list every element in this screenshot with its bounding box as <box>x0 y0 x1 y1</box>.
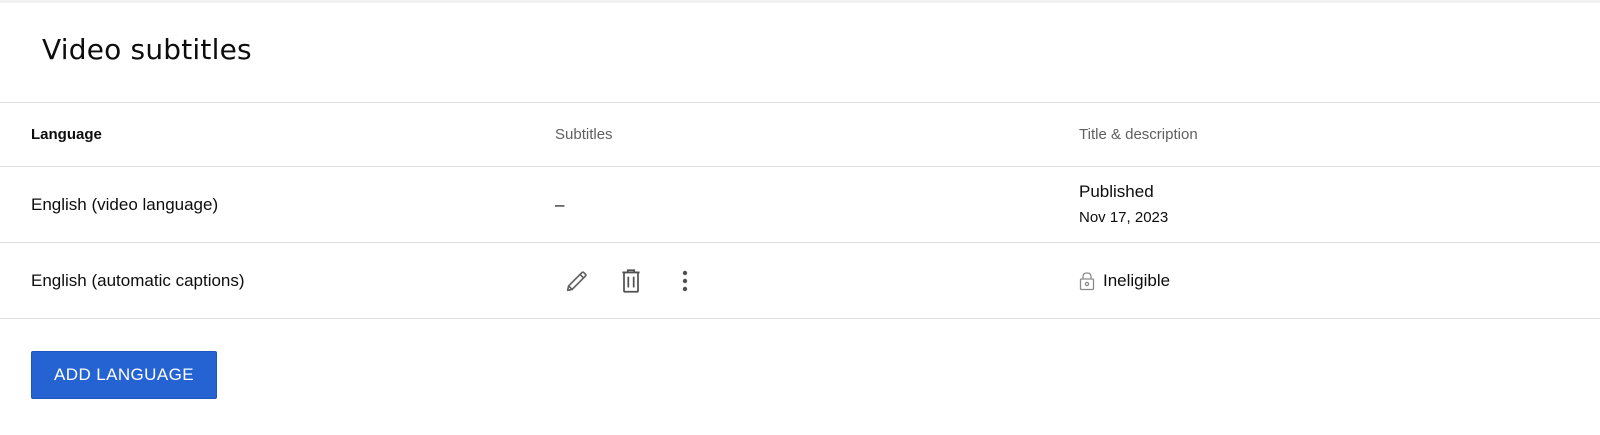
subtitles-cell: – <box>524 195 1048 215</box>
subtitles-actions-cell <box>524 261 1048 301</box>
panel-footer: ADD LANGUAGE <box>0 319 1600 399</box>
edit-button[interactable] <box>557 261 597 301</box>
subtitles-empty-value: – <box>555 194 565 214</box>
delete-icon <box>622 268 640 293</box>
title-description-cell: Published Nov 17, 2023 <box>1048 181 1600 229</box>
status-date: Nov 17, 2023 <box>1079 208 1169 226</box>
more-options-button[interactable] <box>665 261 705 301</box>
column-header-title-description: Title & description <box>1079 126 1198 143</box>
lock-icon <box>1079 271 1095 291</box>
title-description-cell: Ineligible <box>1048 271 1600 291</box>
column-header-subtitles: Subtitles <box>555 126 613 143</box>
edit-icon <box>566 270 587 291</box>
subtitles-table: Language Subtitles Title & description E… <box>0 103 1600 319</box>
ineligible-status: Ineligible <box>1079 271 1600 291</box>
column-header-language[interactable]: Language <box>0 126 524 143</box>
video-subtitles-panel: Video subtitles Language Subtitles Title… <box>0 0 1600 435</box>
add-language-button[interactable]: ADD LANGUAGE <box>31 351 217 399</box>
table-row: English (automatic captions) Ineligible <box>0 243 1600 319</box>
language-cell: English (automatic captions) <box>31 270 245 290</box>
more-options-icon <box>682 270 688 291</box>
panel-header: Video subtitles <box>0 3 1600 103</box>
table-row: English (video language) – Published Nov… <box>0 167 1600 243</box>
page-title: Video subtitles <box>42 33 252 66</box>
status-text: Published <box>1079 181 1154 201</box>
language-cell: English (video language) <box>31 194 219 214</box>
status-text: Ineligible <box>1103 270 1171 290</box>
table-header-row: Language Subtitles Title & description <box>0 103 1600 167</box>
delete-button[interactable] <box>611 261 651 301</box>
